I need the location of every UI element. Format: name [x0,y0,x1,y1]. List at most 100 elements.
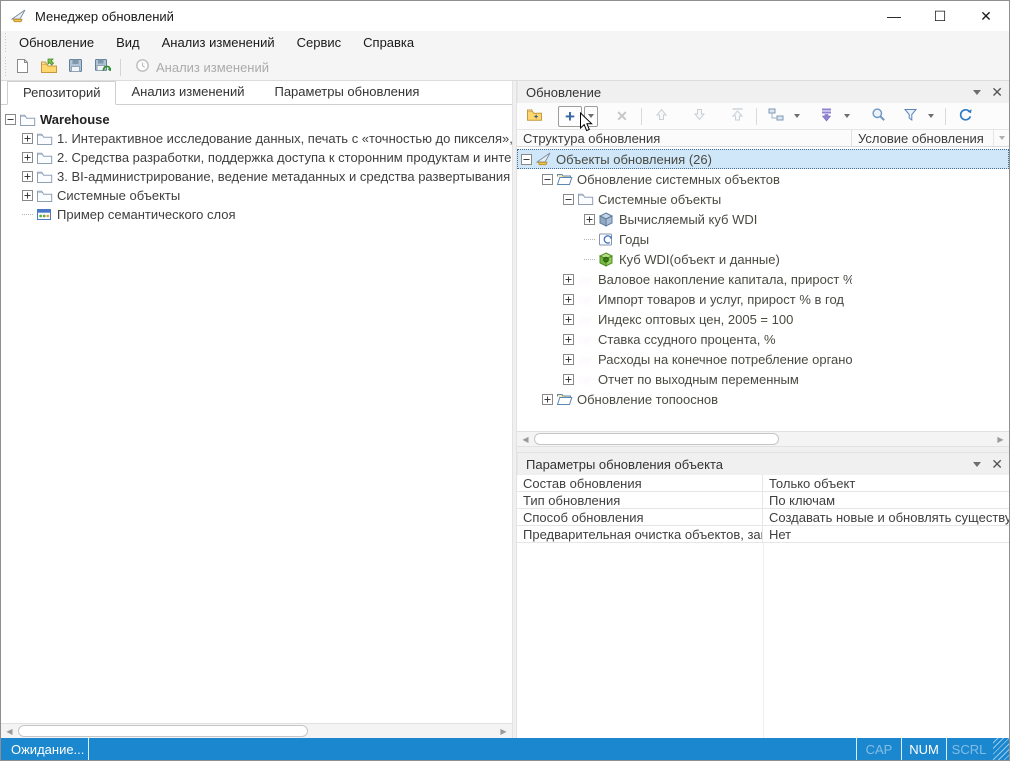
expander-icon[interactable] [22,171,33,182]
param-value[interactable]: Создавать новые и обновлять существующие [763,510,1009,525]
param-row[interactable]: Тип обновленияПо ключам [517,492,1009,509]
open-folder-icon [40,58,58,77]
param-row[interactable]: Способ обновленияСоздавать новые и обнов… [517,509,1009,526]
expander-icon[interactable] [563,334,574,345]
tree-item[interactable]: Расходы на конечное потребление органов … [517,349,1009,369]
column-condition[interactable]: Условие обновления [851,130,984,146]
param-row[interactable]: Предварительная очистка объектов, зависи… [517,526,1009,543]
tree-item[interactable]: Импорт товаров и услуг, прирост % в год [517,289,1009,309]
add-object-dropdown[interactable] [584,106,598,127]
change-analysis-button[interactable]: Анализ изменений [125,56,279,79]
tree-item[interactable]: Ставка ссудного процента, % [517,329,1009,349]
sort-dropdown[interactable] [840,106,854,127]
resize-grip[interactable] [993,738,1009,760]
filter-button[interactable] [898,106,922,127]
sort-button[interactable] [814,106,838,127]
status-bar: Ожидание... CAPNUMSCRL [1,738,1009,760]
arrow-up-icon [654,107,669,125]
scroll-left-icon[interactable]: ◀ [518,433,533,446]
tree-item[interactable]: Пример семантического слоя [1,205,512,224]
search-button[interactable] [866,106,890,127]
maximize-button[interactable]: ☐ [917,1,963,31]
horizontal-splitter[interactable] [517,446,1009,453]
minimize-button[interactable]: — [871,1,917,31]
tree-item-label: 1. Интерактивное исследование данных, пе… [57,131,512,146]
folder-purple-icon [577,291,594,307]
new-update-button[interactable] [8,56,35,79]
expander-icon[interactable] [5,114,16,125]
move-up-button[interactable] [649,106,673,127]
tree-item[interactable]: Обновление системных объектов [517,169,1009,189]
expander-icon[interactable] [521,154,532,165]
menu-item[interactable]: Вид [105,35,151,50]
column-structure[interactable]: Структура обновления [517,131,660,146]
panel-menu-caret-icon[interactable] [973,462,981,467]
expander-icon[interactable] [542,394,553,405]
tree-item[interactable]: Объекты обновления (26) [517,149,1009,169]
tree-item[interactable]: 2. Средства разработки, поддержка доступ… [1,148,512,167]
expander-icon[interactable] [563,194,574,205]
tree-item[interactable]: Куб WDI(объект и данные) [517,249,1009,269]
column-chooser-button[interactable] [993,130,1009,146]
menu-item[interactable]: Анализ изменений [151,35,286,50]
move-to-top-button[interactable] [725,106,749,127]
update-horizontal-scrollbar[interactable]: ◀ ▶ [517,431,1009,446]
scrollbar-thumb[interactable] [534,433,779,445]
close-button[interactable]: ✕ [963,1,1009,31]
menu-item[interactable]: Сервис [286,35,353,50]
panel-menu-caret-icon[interactable] [973,90,981,95]
tree-item[interactable]: Warehouse [1,110,512,129]
scroll-right-icon[interactable]: ▶ [993,433,1008,446]
menu-item[interactable]: Справка [352,35,425,50]
expander-icon[interactable] [542,174,553,185]
tree-view-dropdown[interactable] [790,106,804,127]
expander-icon[interactable] [22,152,33,163]
tree-view-button[interactable] [764,106,788,127]
tree-item[interactable]: 3. BI-администрирование, ведение метадан… [1,167,512,186]
expander-icon[interactable] [22,190,33,201]
param-value[interactable]: По ключам [763,493,1009,508]
tree-item[interactable]: Валовое накопление капитала, прирост % в… [517,269,1009,289]
tree-item[interactable]: 1. Интерактивное исследование данных, пе… [1,129,512,148]
param-row[interactable]: Состав обновленияТолько объект [517,475,1009,492]
tree-item[interactable]: Обновление топооснов [517,389,1009,409]
menu-item[interactable]: Обновление [8,35,105,50]
tab-update-params[interactable]: Параметры обновления [259,81,434,104]
delete-object-button[interactable]: ✕ [610,106,634,127]
expander-icon[interactable] [563,374,574,385]
tree-item[interactable]: Индекс оптовых цен, 2005 = 100 [517,309,1009,329]
refresh-button[interactable] [953,106,977,127]
panel-close-icon[interactable]: ✕ [991,85,1003,99]
scrollbar-thumb[interactable] [18,725,308,737]
move-down-button[interactable] [687,106,711,127]
expander-icon[interactable] [584,214,595,225]
update-tree-header: Структура обновления Условие обновления [517,130,1009,147]
save-to-repository-button[interactable] [89,56,116,79]
tree-item[interactable]: Системные объекты [1,186,512,205]
expander-icon[interactable] [563,294,574,305]
add-object-button[interactable]: + [558,106,582,127]
save-button[interactable] [62,56,89,79]
new-folder-button[interactable] [522,106,546,127]
panel-close-icon[interactable]: ✕ [991,457,1003,471]
left-horizontal-scrollbar[interactable]: ◀ ▶ [1,723,512,738]
scroll-right-icon[interactable]: ▶ [496,725,511,738]
folder-icon [36,188,53,204]
tree-item[interactable]: Отчет по выходным переменным [517,369,1009,389]
scroll-left-icon[interactable]: ◀ [2,725,17,738]
tree-item-label: Куб WDI(объект и данные) [619,252,780,267]
expander-icon[interactable] [563,274,574,285]
expander-icon[interactable] [22,133,33,144]
expander-icon[interactable] [563,354,574,365]
param-value[interactable]: Нет [763,527,1009,542]
tree-item[interactable]: Системные объекты [517,189,1009,209]
param-value[interactable]: Только объект [763,476,1009,491]
tree-item[interactable]: Вычисляемый куб WDI [517,209,1009,229]
filter-dropdown[interactable] [924,106,938,127]
expander-icon[interactable] [563,314,574,325]
tab-change-analysis[interactable]: Анализ изменений [116,81,259,104]
tree-item[interactable]: Годы [517,229,1009,249]
tab-repository[interactable]: Репозиторий [7,81,116,105]
left-tab-strip: РепозиторийАнализ измененийПараметры обн… [1,81,512,105]
open-button[interactable] [35,56,62,79]
